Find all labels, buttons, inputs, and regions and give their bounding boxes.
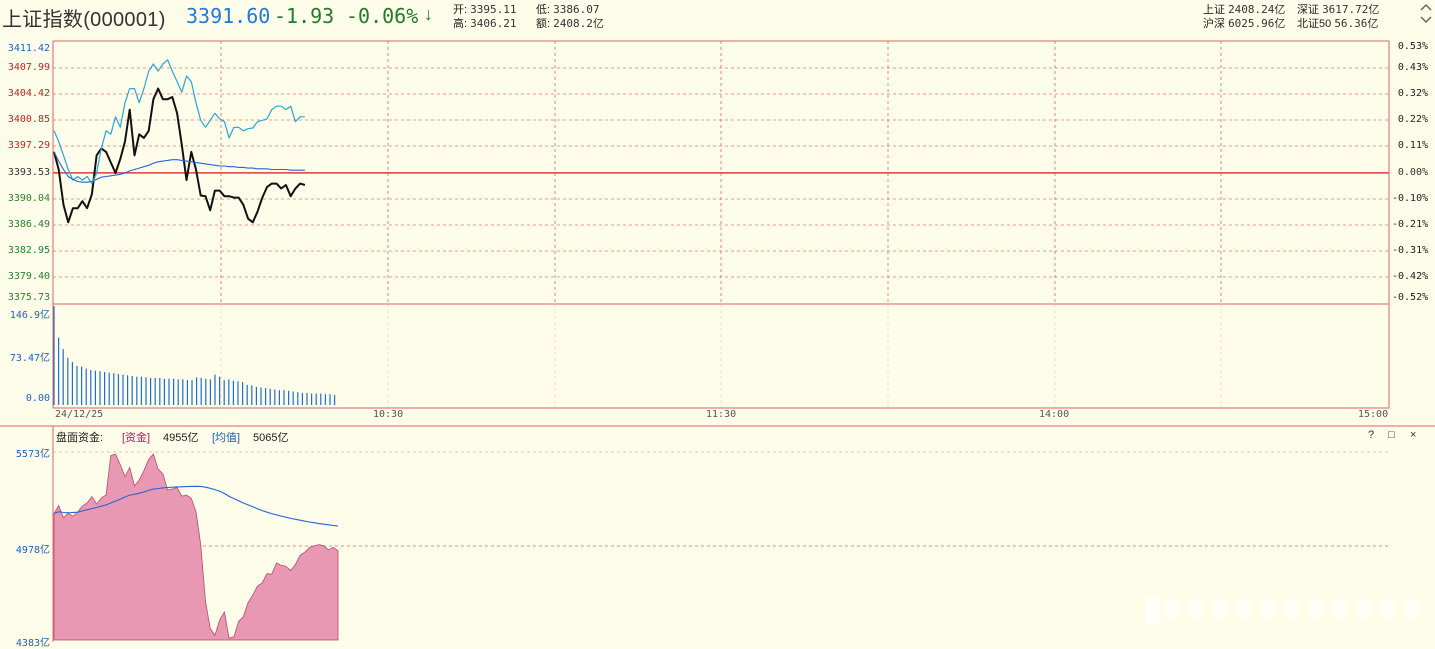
watermark-bar [1214, 600, 1226, 620]
volume-panel-frame [52, 303, 1390, 409]
percent-tick: 0.32% [1397, 88, 1428, 99]
close-icon[interactable]: × [1410, 429, 1416, 441]
percent-tick: 0.11% [1397, 140, 1428, 151]
fund-tag[interactable]: [资金] [122, 429, 150, 445]
percent-tick: 0.22% [1397, 114, 1428, 125]
price-tick: 3393.53 [7, 167, 50, 178]
time-tick: 14:00 [1039, 409, 1070, 420]
percent-tick: -0.10% [1392, 193, 1429, 204]
fund-panel-title: 盘面资金: [56, 432, 104, 444]
index-price-line [53, 87, 306, 224]
help-icon[interactable]: ? [1368, 429, 1374, 441]
watermark-bar [1262, 600, 1274, 620]
price-tick: 3400.85 [7, 114, 50, 125]
percent-tick: -0.42% [1392, 271, 1429, 282]
maximize-icon[interactable]: □ [1388, 429, 1395, 441]
watermark-bar [1358, 600, 1370, 620]
time-tick: 24/12/25 [55, 409, 104, 420]
percent-tick: 0.43% [1397, 62, 1428, 73]
fund-value: 4955亿 [163, 432, 199, 444]
watermark-bar [1406, 600, 1418, 620]
watermark-bar [1334, 600, 1346, 620]
fund-tick: 4978亿 [15, 545, 50, 556]
average-price-line [53, 151, 305, 183]
price-tick: 3390.04 [7, 193, 50, 204]
percent-tick: -0.52% [1392, 292, 1429, 303]
volume-tick: 73.47亿 [9, 353, 50, 364]
time-tick: 10:30 [373, 409, 404, 420]
watermark-bar [1382, 600, 1394, 620]
fund-tick: 5573亿 [15, 449, 50, 460]
time-tick: 15:00 [1358, 409, 1389, 420]
price-tick: 3407.99 [7, 62, 50, 73]
price-tick: 3411.42 [7, 43, 50, 54]
volume-tick: 146.9亿 [9, 310, 50, 321]
watermark-bar [1190, 600, 1202, 620]
avg-tag[interactable]: [均值] [212, 429, 240, 445]
price-tick: 3375.73 [7, 292, 50, 303]
chart-canvas[interactable] [0, 0, 1435, 642]
price-tick: 3397.29 [7, 140, 50, 151]
percent-tick: 0.00% [1397, 167, 1428, 178]
time-tick: 11:30 [706, 409, 737, 420]
watermark-bar [1310, 600, 1322, 620]
percent-tick: -0.31% [1392, 245, 1429, 256]
price-tick: 3404.42 [7, 88, 50, 99]
volume-tick: 0.00 [25, 393, 50, 404]
price-tick: 3386.49 [7, 219, 50, 230]
watermark-bar [1238, 600, 1250, 620]
fund-area [53, 453, 339, 641]
percent-tick: -0.21% [1392, 219, 1429, 230]
watermark-bar [1286, 600, 1298, 620]
avg-value: 5065亿 [253, 432, 289, 444]
price-tick: 3379.40 [7, 271, 50, 282]
watermark-bar [1166, 600, 1178, 620]
unweighted-price-line [53, 59, 305, 185]
price-tick: 3382.95 [7, 245, 50, 256]
percent-tick: 0.53% [1397, 41, 1428, 52]
watermark-bar [1146, 596, 1160, 624]
